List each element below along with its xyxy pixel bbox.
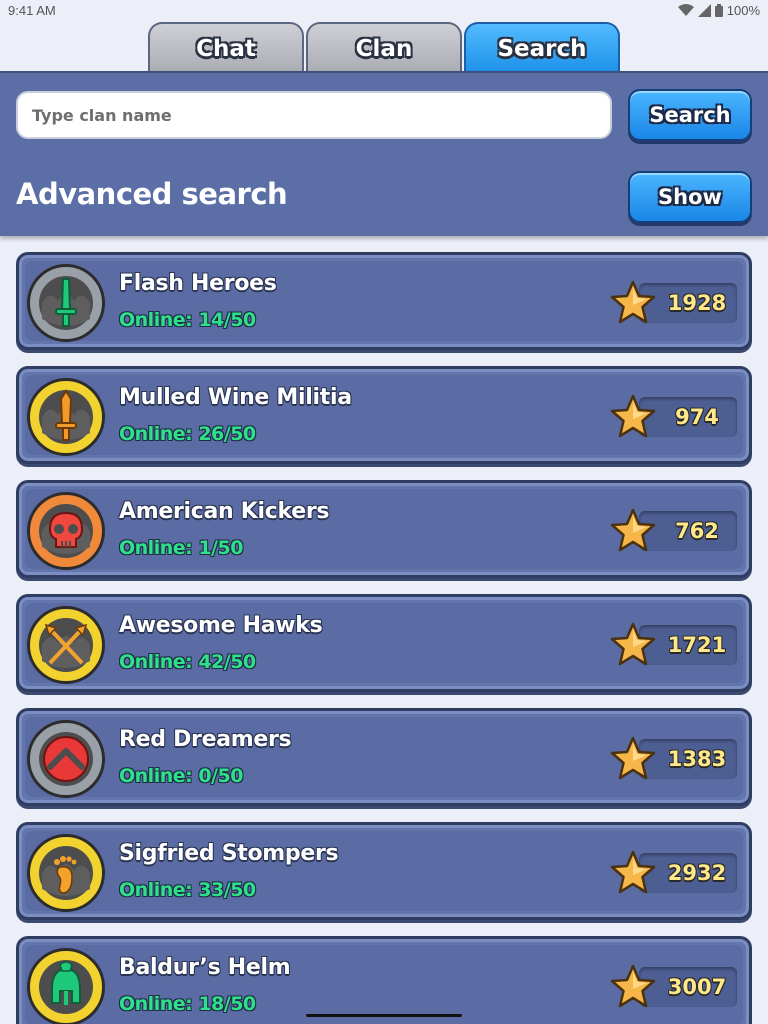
skull-icon [39, 504, 93, 558]
status-bar: 9:41 AM 100% [0, 0, 768, 22]
clan-emblem [27, 834, 105, 912]
battery-level: 100% [726, 3, 760, 18]
star-icon [610, 508, 656, 552]
search-panel: Search Advanced search Show [0, 71, 768, 236]
clan-list-item[interactable]: Mulled Wine Militia Online: 26/50 974 [16, 366, 752, 464]
clan-online-count: Online: 33/50 [119, 879, 256, 901]
clan-list-item[interactable]: American Kickers Online: 1/50 762 [16, 480, 752, 578]
clan-online-count: Online: 18/50 [119, 993, 256, 1015]
tab-search[interactable]: Search [464, 22, 620, 74]
footprint-icon [39, 846, 93, 900]
clan-list-item[interactable]: Baldur’s Helm Online: 18/50 3007 [16, 936, 752, 1024]
clan-emblem [27, 264, 105, 342]
clan-name-search-input[interactable] [16, 91, 612, 139]
clan-list-item[interactable]: Flash Heroes Online: 14/50 1928 [16, 252, 752, 350]
clan-score: 1721 [667, 633, 727, 657]
advanced-search-title: Advanced search [16, 177, 288, 211]
star-icon [610, 736, 656, 780]
clan-score: 762 [675, 519, 719, 543]
red-chevron-icon [39, 732, 93, 786]
clan-online-count: Online: 42/50 [119, 651, 256, 673]
clan-emblem [27, 378, 105, 456]
tab-clan[interactable]: Clan [306, 22, 462, 74]
clan-name: Red Dreamers [119, 727, 292, 752]
status-time: 9:41 AM [8, 3, 56, 18]
clan-list-item[interactable]: Sigfried Stompers Online: 33/50 2932 [16, 822, 752, 920]
crossed-spears-icon [39, 618, 93, 672]
star-icon [610, 964, 656, 1008]
show-advanced-button[interactable]: Show [628, 171, 752, 223]
clan-score: 3007 [667, 975, 727, 999]
search-button[interactable]: Search [628, 89, 752, 141]
clan-list-item[interactable]: Red Dreamers Online: 0/50 1383 [16, 708, 752, 806]
star-icon [610, 394, 656, 438]
helmet-icon [39, 960, 93, 1014]
green-sword-icon [39, 276, 93, 330]
clan-emblem [27, 492, 105, 570]
wifi-icon [677, 4, 694, 16]
clan-name: Flash Heroes [119, 271, 277, 296]
orange-sword-icon [39, 389, 93, 444]
clan-emblem [27, 948, 105, 1024]
clan-emblem [27, 606, 105, 684]
clan-score: 2932 [667, 861, 727, 885]
clan-name: Awesome Hawks [119, 613, 323, 638]
clan-online-count: Online: 1/50 [119, 537, 243, 559]
clan-name: Mulled Wine Militia [119, 385, 352, 410]
battery-icon [714, 4, 723, 17]
star-icon [610, 622, 656, 666]
clan-online-count: Online: 14/50 [119, 309, 256, 331]
clan-name: Sigfried Stompers [119, 841, 339, 866]
clan-online-count: Online: 26/50 [119, 423, 256, 445]
status-icons: 100% [677, 3, 760, 18]
star-icon [610, 280, 656, 324]
tab-chat[interactable]: Chat [148, 22, 304, 74]
star-icon [610, 850, 656, 894]
home-indicator[interactable] [306, 1014, 462, 1017]
clan-emblem [27, 720, 105, 798]
clan-list-item[interactable]: Awesome Hawks Online: 42/50 1721 [16, 594, 752, 692]
signal-icon [697, 4, 711, 17]
clan-name: American Kickers [119, 499, 330, 524]
clan-score: 1928 [667, 291, 727, 315]
clan-online-count: Online: 0/50 [119, 765, 243, 787]
clan-name: Baldur’s Helm [119, 955, 291, 980]
clan-score: 1383 [667, 747, 727, 771]
clan-score: 974 [675, 405, 719, 429]
